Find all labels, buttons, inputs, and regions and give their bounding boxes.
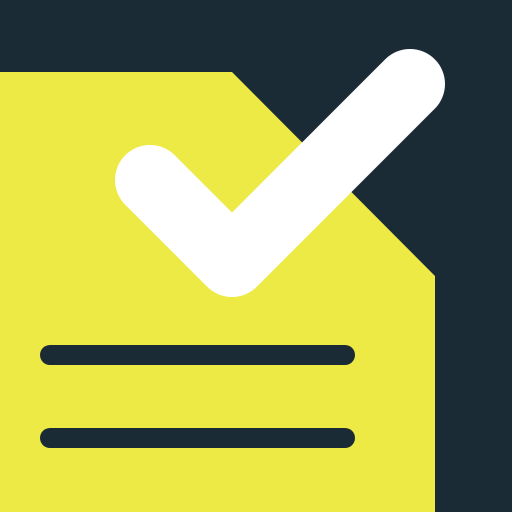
- app-icon: [0, 0, 512, 512]
- checked-document-icon: [0, 0, 512, 512]
